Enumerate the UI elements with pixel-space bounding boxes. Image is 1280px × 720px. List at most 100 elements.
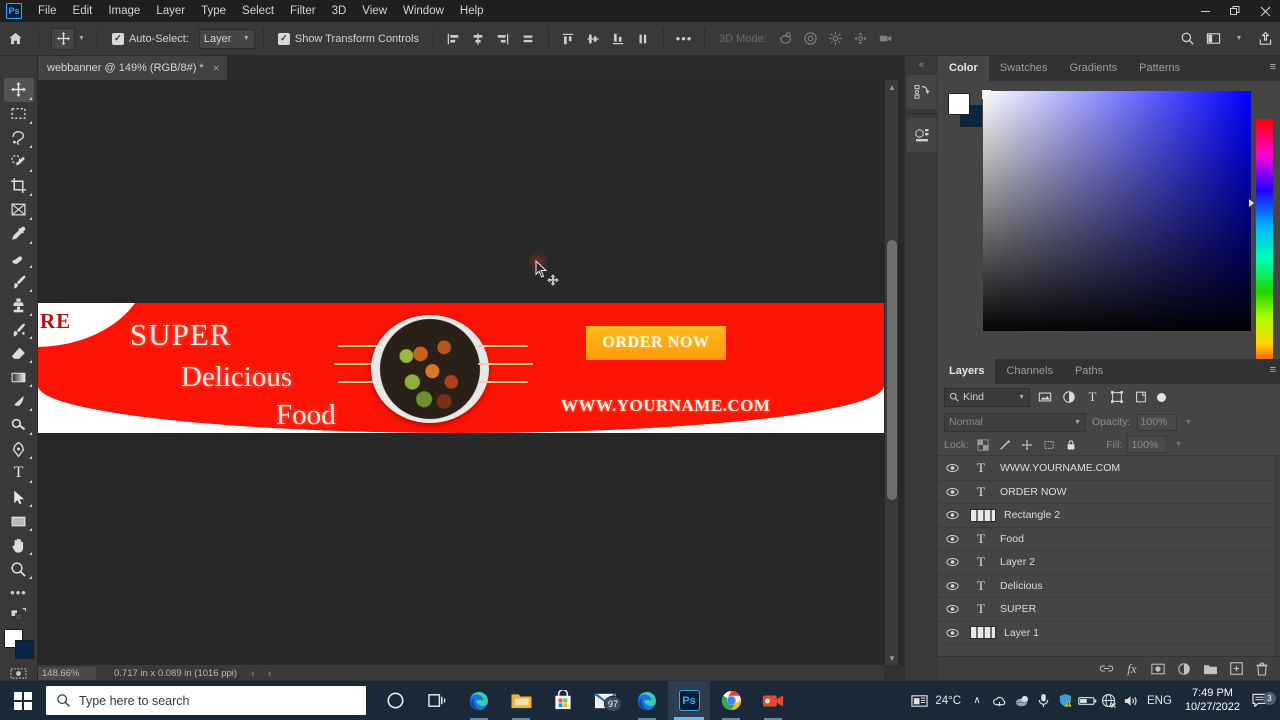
type-tool[interactable]: T xyxy=(4,461,34,485)
libraries-panel-icon[interactable] xyxy=(906,118,937,152)
move-tool[interactable] xyxy=(3,78,34,102)
hue-slider[interactable] xyxy=(1256,119,1273,374)
taskbar-clock[interactable]: 7:49 PM 10/27/2022 xyxy=(1177,687,1248,715)
color-panel[interactable] xyxy=(938,81,1280,374)
home-icon[interactable] xyxy=(0,31,30,46)
layer-list[interactable]: T WWW.YOURNAME.COM T ORDER NOW Rectangle… xyxy=(938,457,1280,656)
rectangle-tool[interactable] xyxy=(4,509,34,533)
tab-patterns[interactable]: Patterns xyxy=(1128,56,1191,81)
menu-3d[interactable]: 3D xyxy=(324,2,355,20)
network-share-icon[interactable] xyxy=(1010,694,1032,708)
spot-healing-brush-tool[interactable] xyxy=(4,246,34,270)
collapse-panels-icon[interactable]: « xyxy=(905,56,938,72)
pen-tool[interactable] xyxy=(4,437,34,461)
battery-icon[interactable] xyxy=(1076,695,1098,707)
history-panel-icon[interactable] xyxy=(906,75,937,109)
delete-layer-icon[interactable] xyxy=(1250,657,1274,681)
align-vertical-centers-icon[interactable] xyxy=(582,28,605,50)
frame-tool[interactable] xyxy=(4,198,34,222)
microphone-icon[interactable] xyxy=(1032,693,1054,708)
brush-tool[interactable] xyxy=(4,270,34,294)
document-tab[interactable]: webbanner @ 149% (RGB/8#) * × xyxy=(38,56,227,80)
new-group-icon[interactable] xyxy=(1198,657,1222,681)
taskbar-app-cortana[interactable] xyxy=(374,681,416,720)
slide-3d-icon[interactable] xyxy=(848,28,873,50)
new-layer-icon[interactable] xyxy=(1224,657,1248,681)
table-row[interactable]: T Food xyxy=(938,528,1280,551)
menu-filter[interactable]: Filter xyxy=(282,2,324,20)
align-horizontal-distribute-icon[interactable] xyxy=(517,28,540,50)
share-icon[interactable] xyxy=(1252,28,1278,50)
table-row[interactable]: T SUPER xyxy=(938,598,1280,622)
add-layer-mask-icon[interactable] xyxy=(1146,657,1170,681)
distribute-vertical-icon[interactable] xyxy=(632,28,655,50)
language-indicator[interactable]: ENG xyxy=(1142,695,1177,707)
network-globe-icon[interactable] xyxy=(1098,693,1120,709)
menu-image[interactable]: Image xyxy=(100,2,148,20)
color-panel-swatches[interactable] xyxy=(948,93,982,127)
search-icon[interactable] xyxy=(1174,28,1200,50)
tab-layers[interactable]: Layers xyxy=(938,359,996,384)
lock-artboard-nesting-icon[interactable] xyxy=(1040,436,1057,453)
canvas-vertical-scrollbar[interactable]: ▲ ▼ xyxy=(884,80,898,665)
menu-window[interactable]: Window xyxy=(395,2,452,20)
color-panel-foreground-swatch[interactable] xyxy=(948,93,970,115)
status-prev-icon[interactable]: ‹ xyxy=(268,668,271,679)
auto-select-target-dropdown[interactable]: Layer ▼ xyxy=(198,28,255,49)
table-row[interactable]: T WWW.YOURNAME.COM xyxy=(938,457,1280,481)
layers-panel-menu-icon[interactable]: ≡ xyxy=(1270,365,1276,376)
auto-select-checkbox[interactable]: ✓ xyxy=(111,32,124,45)
workspace-icon[interactable] xyxy=(1200,28,1226,50)
layer-visibility-icon[interactable] xyxy=(946,463,968,473)
taskbar-app-microsoft-store[interactable] xyxy=(542,681,584,720)
lock-transparent-pixels-icon[interactable] xyxy=(974,436,991,453)
table-row[interactable]: Rectangle 2 xyxy=(938,504,1280,528)
lasso-tool[interactable] xyxy=(4,126,34,150)
roll-3d-icon[interactable] xyxy=(798,28,823,50)
auto-select-option[interactable]: ✓ Auto-Select: xyxy=(106,32,195,45)
menu-file[interactable]: File xyxy=(30,2,65,20)
eraser-tool[interactable] xyxy=(4,341,34,365)
menu-type[interactable]: Type xyxy=(193,2,234,20)
onedrive-icon[interactable] xyxy=(988,694,1010,708)
filter-shape-icon[interactable] xyxy=(1107,388,1126,407)
taskbar-app-photoshop[interactable]: Ps xyxy=(668,681,710,720)
table-row[interactable]: T Layer 2 xyxy=(938,551,1280,575)
filter-adjustment-icon[interactable] xyxy=(1059,388,1078,407)
menu-view[interactable]: View xyxy=(354,2,395,20)
align-horizontal-centers-icon[interactable] xyxy=(467,28,490,50)
filter-toggle-switch[interactable] xyxy=(1157,392,1166,402)
color-picker-field[interactable] xyxy=(983,91,1251,331)
tab-swatches[interactable]: Swatches xyxy=(989,56,1059,81)
action-center-icon[interactable]: 3 xyxy=(1248,691,1280,709)
align-bottom-edges-icon[interactable] xyxy=(607,28,630,50)
default-colors-icon[interactable] xyxy=(4,605,34,625)
fill-field[interactable]: 100% xyxy=(1127,436,1168,453)
menu-help[interactable]: Help xyxy=(452,2,492,20)
close-button[interactable] xyxy=(1250,0,1280,22)
scroll-up-icon[interactable]: ▲ xyxy=(885,80,899,94)
vertical-scroll-thumb[interactable] xyxy=(887,240,897,500)
orbit-3d-icon[interactable] xyxy=(773,28,798,50)
layer-visibility-icon[interactable] xyxy=(946,510,968,520)
menu-select[interactable]: Select xyxy=(234,2,282,20)
layer-filter-kind-dropdown[interactable]: Kind ▼ xyxy=(944,387,1030,407)
clone-stamp-tool[interactable] xyxy=(4,294,34,318)
object-selection-tool[interactable] xyxy=(4,150,34,174)
lock-image-pixels-icon[interactable] xyxy=(996,436,1013,453)
gradient-tool[interactable] xyxy=(4,365,34,389)
path-selection-tool[interactable] xyxy=(4,485,34,509)
show-transform-checkbox[interactable]: ✓ xyxy=(277,32,290,45)
camera-3d-icon[interactable] xyxy=(873,28,898,50)
taskbar-app-microsoft-edge-2[interactable] xyxy=(626,681,668,720)
table-row[interactable]: T Delicious xyxy=(938,575,1280,598)
opacity-field[interactable]: 100% xyxy=(1136,413,1177,431)
volume-icon[interactable] xyxy=(1120,694,1142,708)
opacity-stepper-icon[interactable]: ▼ xyxy=(1183,414,1195,431)
menu-edit[interactable]: Edit xyxy=(65,2,101,20)
quick-mask-icon[interactable] xyxy=(10,667,27,680)
current-tool-preview[interactable]: ▼ xyxy=(47,27,89,50)
eyedropper-tool[interactable] xyxy=(4,222,34,246)
blend-mode-dropdown[interactable]: Normal ▼ xyxy=(944,412,1086,432)
lock-all-icon[interactable] xyxy=(1062,436,1079,453)
